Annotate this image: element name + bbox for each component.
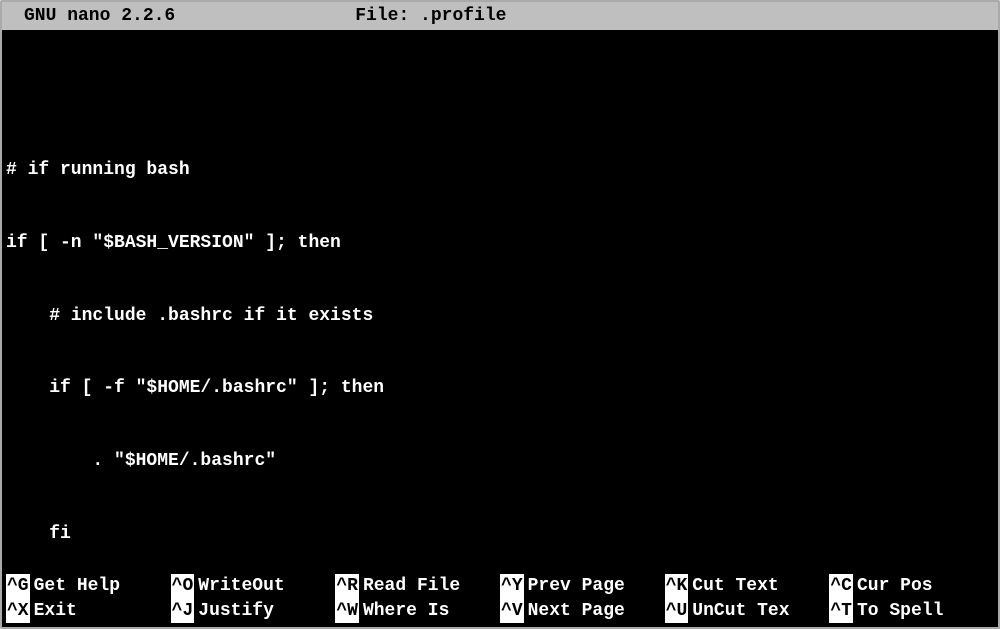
nano-titlebar: GNU nano 2.2.6 File: .profile [2,2,998,30]
shortcut-label: Next Page [528,599,625,623]
shortcut-key: ^U [665,599,689,623]
shortcut-key: ^T [829,599,853,623]
help-cut-text[interactable]: ^K Cut Text [665,574,830,598]
code-line: . "$HOME/.bashrc" [6,449,994,473]
shortcut-key: ^V [500,599,524,623]
help-uncut-text[interactable]: ^U UnCut Tex [665,599,830,623]
code-line: fi [6,522,994,546]
shortcut-label: Exit [34,599,77,623]
shortcut-label: Cut Text [692,574,778,598]
shortcut-key: ^X [6,599,30,623]
help-to-spell[interactable]: ^T To Spell [829,599,994,623]
app-name: GNU nano 2.2.6 [24,4,175,28]
help-row-1: ^G Get Help ^O WriteOut ^R Read File ^Y … [6,574,994,598]
help-where-is[interactable]: ^W Where Is [335,599,500,623]
shortcut-key: ^G [6,574,30,598]
shortcut-label: UnCut Tex [692,599,789,623]
help-writeout[interactable]: ^O WriteOut [171,574,336,598]
shortcut-key: ^K [665,574,689,598]
code-line [6,85,994,109]
help-justify[interactable]: ^J Justify [171,599,336,623]
help-row-2: ^X Exit ^J Justify ^W Where Is ^V Next P… [6,599,994,623]
shortcut-key: ^W [335,599,359,623]
shortcut-key: ^Y [500,574,524,598]
shortcut-key: ^O [171,574,195,598]
shortcut-label: Get Help [34,574,120,598]
shortcut-key: ^R [335,574,359,598]
help-exit[interactable]: ^X Exit [6,599,171,623]
shortcut-label: Read File [363,574,460,598]
code-line: if [ -n "$BASH_VERSION" ]; then [6,231,994,255]
terminal-window: GNU nano 2.2.6 File: .profile # if runni… [0,0,1000,629]
help-cur-pos[interactable]: ^C Cur Pos [829,574,994,598]
code-line: # include .bashrc if it exists [6,304,994,328]
shortcut-key: ^J [171,599,195,623]
shortcut-label: WriteOut [198,574,284,598]
code-line: if [ -f "$HOME/.bashrc" ]; then [6,376,994,400]
shortcut-label: Where Is [363,599,449,623]
file-label: File: .profile [175,4,988,28]
nano-helpbar: ^G Get Help ^O WriteOut ^R Read File ^Y … [2,574,998,627]
shortcut-label: Cur Pos [857,574,933,598]
help-read-file[interactable]: ^R Read File [335,574,500,598]
shortcut-label: To Spell [857,599,943,623]
shortcut-key: ^C [829,574,853,598]
shortcut-label: Justify [198,599,274,623]
help-get-help[interactable]: ^G Get Help [6,574,171,598]
help-next-page[interactable]: ^V Next Page [500,599,665,623]
code-line: # if running bash [6,158,994,182]
shortcut-label: Prev Page [528,574,625,598]
help-prev-page[interactable]: ^Y Prev Page [500,574,665,598]
editor-content[interactable]: # if running bash if [ -n "$BASH_VERSION… [2,30,998,574]
